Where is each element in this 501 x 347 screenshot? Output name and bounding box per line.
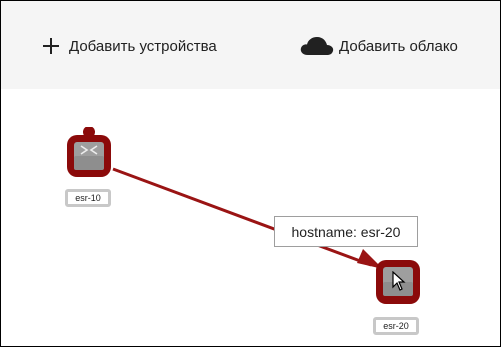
- add-cloud-button[interactable]: Добавить облако: [299, 35, 458, 57]
- hostname-tooltip: hostname: esr-20: [274, 216, 418, 247]
- node-label-esr-20: esr-20: [373, 317, 419, 335]
- topology-canvas[interactable]: esr-10 esr-20 hostname: esr-20: [1, 89, 500, 346]
- add-cloud-label: Добавить облако: [339, 37, 458, 55]
- node-esr-20[interactable]: [375, 259, 421, 305]
- network-topology-editor: Добавить устройства Добавить облако esr-…: [0, 0, 501, 347]
- plus-icon: [43, 38, 59, 54]
- router-icon: [67, 126, 111, 177]
- add-device-button[interactable]: Добавить устройства: [43, 35, 217, 57]
- node-esr-10[interactable]: [63, 126, 115, 179]
- mouse-cursor-icon: [392, 271, 406, 291]
- add-device-label: Добавить устройства: [69, 37, 217, 55]
- node-label-esr-10: esr-10: [65, 189, 111, 207]
- cloud-icon: [299, 36, 335, 56]
- toolbar: Добавить устройства Добавить облако: [1, 1, 500, 89]
